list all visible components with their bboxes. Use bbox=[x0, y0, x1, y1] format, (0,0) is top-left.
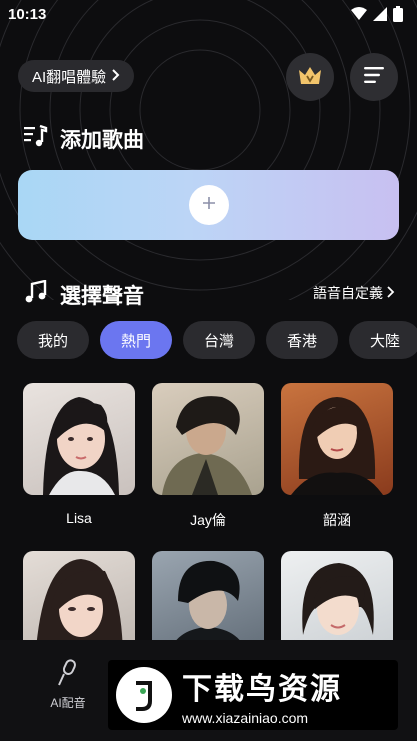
voice-avatar bbox=[152, 383, 264, 495]
choose-voice-section-title: 選擇聲音 bbox=[24, 279, 144, 310]
signal-icon bbox=[373, 7, 387, 26]
add-song-card[interactable] bbox=[18, 170, 399, 240]
ai-pill-label: AI翻唱體驗 bbox=[32, 68, 107, 86]
nav-ai-dubbing[interactable]: AI配音 bbox=[44, 658, 92, 711]
chevron-right-icon bbox=[112, 68, 120, 85]
voice-customize-label: 語音自定義 bbox=[313, 285, 383, 301]
voice-customize-link[interactable]: 語音自定義 bbox=[313, 283, 395, 303]
tab-mainland[interactable]: 大陸 bbox=[349, 321, 417, 359]
add-song-button[interactable] bbox=[188, 185, 229, 225]
watermark-url: www.xiazainiao.com bbox=[182, 710, 309, 726]
voice-name: 韶涵 bbox=[323, 512, 351, 528]
bird-logo-icon bbox=[116, 667, 172, 723]
add-song-section-title: 添加歌曲 bbox=[24, 124, 144, 154]
battery-icon bbox=[393, 6, 403, 27]
voice-card-jay[interactable]: Jay倫 bbox=[152, 383, 264, 530]
tab-label: 我的 bbox=[37, 332, 68, 350]
tab-taiwan[interactable]: 台灣 bbox=[183, 321, 255, 359]
music-note-icon bbox=[24, 279, 48, 310]
voice-avatar bbox=[23, 383, 135, 495]
voice-name: Jay倫 bbox=[190, 512, 226, 528]
menu-icon bbox=[364, 66, 384, 89]
status-bar: 10:13 bbox=[0, 0, 417, 30]
watermark-text: 下载鸟资源 www.xiazainiao.com bbox=[182, 664, 342, 726]
voice-category-tabs: 我的 熱門 台灣 香港 大陸 bbox=[17, 321, 417, 359]
status-icons bbox=[351, 6, 403, 27]
add-song-title: 添加歌曲 bbox=[60, 129, 144, 152]
music-list-icon bbox=[24, 124, 48, 154]
tab-label: 大陸 bbox=[369, 332, 400, 350]
vip-button[interactable] bbox=[286, 53, 334, 101]
watermark-banner: 下载鸟资源 www.xiazainiao.com bbox=[108, 660, 398, 730]
status-time: 10:13 bbox=[8, 6, 47, 23]
voice-card-lisa[interactable]: Lisa bbox=[23, 383, 135, 526]
tab-popular[interactable]: 熱門 bbox=[100, 321, 172, 359]
tab-mine[interactable]: 我的 bbox=[17, 321, 89, 359]
tab-label: 熱門 bbox=[120, 332, 151, 350]
crown-icon bbox=[297, 64, 323, 91]
voice-name: Lisa bbox=[66, 510, 92, 526]
ai-cover-experience-button[interactable]: AI翻唱體驗 bbox=[18, 60, 135, 92]
nav-label: AI配音 bbox=[50, 696, 86, 710]
tab-label: 香港 bbox=[286, 332, 317, 350]
voice-card-shaohan[interactable]: 韶涵 bbox=[281, 383, 393, 530]
tab-hongkong[interactable]: 香港 bbox=[266, 321, 338, 359]
plus-icon bbox=[202, 196, 216, 215]
watermark-title: 下载鸟资源 bbox=[182, 673, 342, 706]
choose-voice-title: 選擇聲音 bbox=[60, 285, 144, 308]
tab-label: 台灣 bbox=[203, 332, 234, 350]
wifi-icon bbox=[351, 7, 367, 26]
voice-avatar bbox=[281, 383, 393, 495]
microphone-icon bbox=[44, 658, 92, 688]
menu-button[interactable] bbox=[350, 53, 398, 101]
chevron-right-icon bbox=[387, 285, 395, 301]
